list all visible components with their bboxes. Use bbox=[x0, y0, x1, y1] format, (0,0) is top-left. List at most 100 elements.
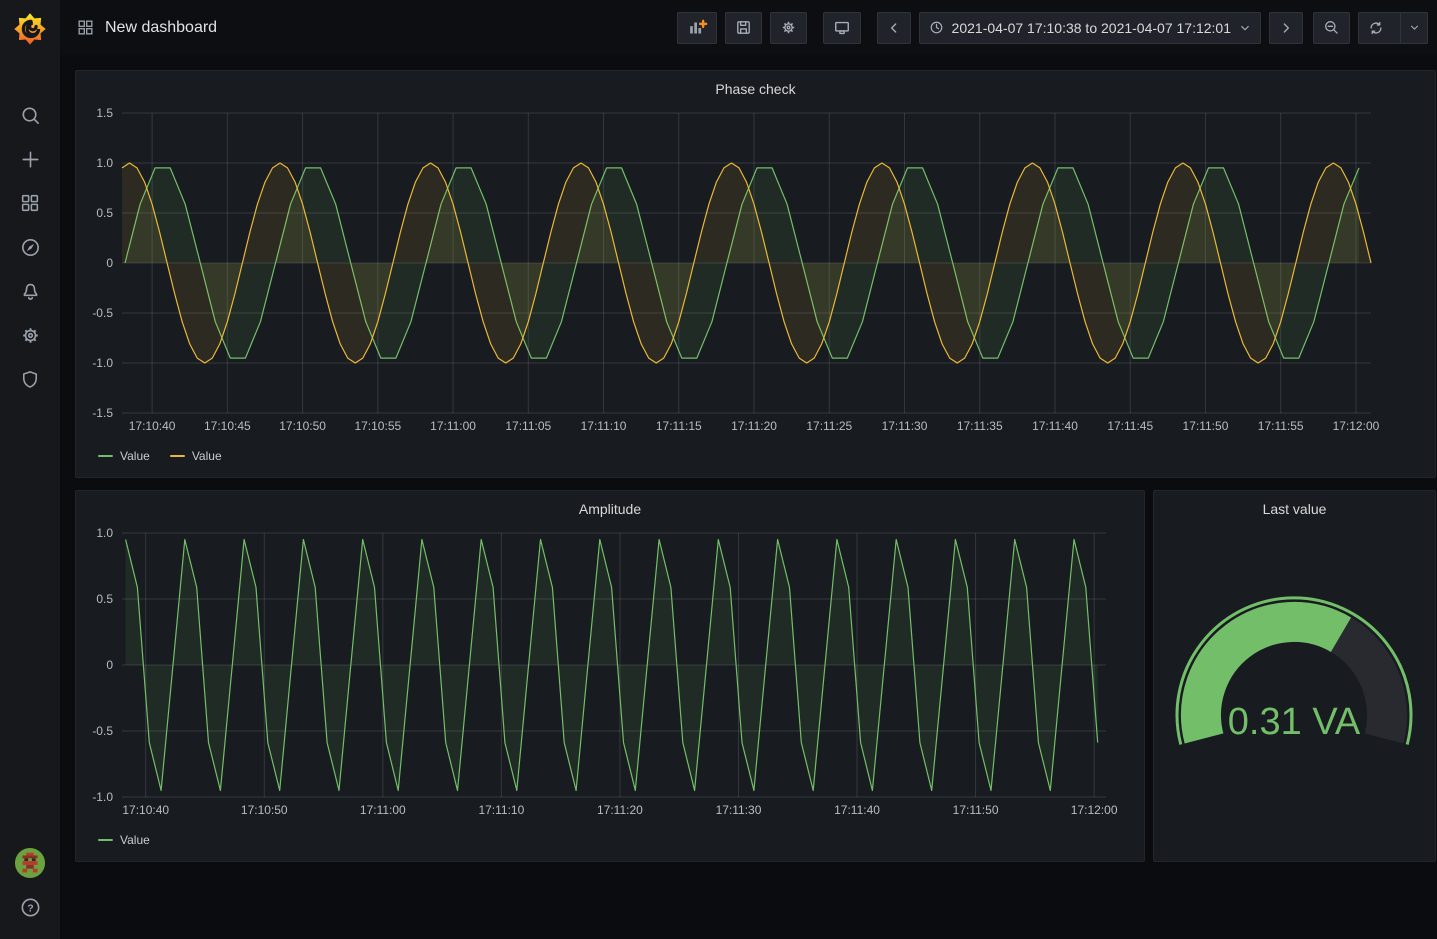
svg-text:17:12:00: 17:12:00 bbox=[1071, 803, 1118, 817]
svg-text:17:11:10: 17:11:10 bbox=[478, 803, 524, 817]
legend-item[interactable]: Value bbox=[98, 449, 150, 463]
refresh-action[interactable] bbox=[1359, 13, 1393, 43]
search-icon bbox=[19, 104, 42, 127]
svg-text:1.0: 1.0 bbox=[96, 156, 113, 170]
svg-text:17:10:40: 17:10:40 bbox=[122, 803, 169, 817]
time-range-picker[interactable]: 2021-04-07 17:10:38 to 2021-04-07 17:12:… bbox=[919, 12, 1261, 44]
svg-text:17:10:50: 17:10:50 bbox=[279, 419, 326, 433]
refresh-icon bbox=[1367, 19, 1385, 37]
apps-grid-icon bbox=[76, 18, 95, 37]
zoom-out-button[interactable] bbox=[1313, 12, 1350, 44]
time-range-back-button[interactable] bbox=[877, 12, 911, 44]
legend-series-label: Value bbox=[192, 449, 222, 463]
chevron-right-icon bbox=[1278, 20, 1294, 36]
dashboards-icon bbox=[19, 192, 41, 214]
sidebar-item-search[interactable] bbox=[0, 93, 60, 137]
add-panel-icon bbox=[686, 17, 708, 39]
svg-text:-0.5: -0.5 bbox=[92, 724, 113, 738]
refresh-interval-dropdown[interactable] bbox=[1400, 13, 1427, 43]
toolbar-group-refresh bbox=[1358, 12, 1428, 44]
svg-text:17:11:50: 17:11:50 bbox=[953, 803, 999, 817]
amplitude-chart[interactable]: 1.00.50-0.5-1.017:10:4017:10:5017:11:001… bbox=[84, 521, 1136, 827]
legend-item[interactable]: Value bbox=[170, 449, 222, 463]
sidebar-item-help[interactable]: ? bbox=[0, 885, 60, 929]
save-dashboard-icon bbox=[734, 18, 753, 37]
toolbar: 2021-04-07 17:10:38 to 2021-04-07 17:12:… bbox=[677, 12, 1428, 44]
sidebar-item-create[interactable] bbox=[0, 137, 60, 181]
dashboard-title-group: New dashboard bbox=[76, 18, 217, 37]
svg-text:17:11:30: 17:11:30 bbox=[882, 419, 928, 433]
server-admin-shield-icon bbox=[19, 368, 41, 390]
grafana-app: ? New dashboard bbox=[0, 0, 1437, 939]
svg-text:17:11:05: 17:11:05 bbox=[505, 419, 551, 433]
svg-text:?: ? bbox=[27, 902, 33, 914]
sidebar-item-server-admin[interactable] bbox=[0, 357, 60, 401]
svg-text:0: 0 bbox=[106, 658, 113, 672]
cycle-view-button[interactable] bbox=[823, 12, 861, 44]
panel-title-amplitude[interactable]: Amplitude bbox=[84, 499, 1136, 521]
svg-text:1.5: 1.5 bbox=[96, 106, 113, 120]
phase-check-chart[interactable]: 1.51.00.50-0.5-1.0-1.517:10:4017:10:4517… bbox=[84, 101, 1427, 443]
main-area: New dashboard bbox=[60, 0, 1437, 939]
last-value-gauge[interactable]: 0.31 VA bbox=[1162, 537, 1427, 837]
svg-text:17:11:15: 17:11:15 bbox=[656, 419, 702, 433]
svg-text:17:11:20: 17:11:20 bbox=[731, 419, 777, 433]
svg-text:17:11:30: 17:11:30 bbox=[716, 803, 762, 817]
svg-text:17:11:25: 17:11:25 bbox=[806, 419, 852, 433]
clock-icon bbox=[928, 19, 945, 36]
sidebar-item-alerting[interactable] bbox=[0, 269, 60, 313]
series-group bbox=[122, 163, 1371, 363]
sidebar-item-explore[interactable] bbox=[0, 225, 60, 269]
svg-text:17:11:40: 17:11:40 bbox=[1032, 419, 1078, 433]
gauge-wrapper: 0.31 VA bbox=[1162, 521, 1427, 853]
cycle-view-icon bbox=[832, 18, 852, 38]
svg-text:17:10:50: 17:10:50 bbox=[241, 803, 288, 817]
svg-text:17:11:20: 17:11:20 bbox=[597, 803, 643, 817]
svg-text:17:11:00: 17:11:00 bbox=[430, 419, 476, 433]
svg-text:17:11:45: 17:11:45 bbox=[1107, 419, 1153, 433]
plus-icon bbox=[19, 148, 42, 171]
page-title[interactable]: New dashboard bbox=[105, 19, 217, 37]
svg-text:17:11:55: 17:11:55 bbox=[1258, 419, 1304, 433]
alerting-bell-icon bbox=[19, 280, 42, 303]
grafana-logo-icon bbox=[11, 9, 49, 47]
svg-text:17:11:35: 17:11:35 bbox=[957, 419, 1003, 433]
sidebar-nav bbox=[0, 93, 60, 401]
dashboard-settings-button[interactable] bbox=[770, 12, 807, 44]
sidebar-item-profile[interactable] bbox=[0, 841, 60, 885]
panel-title-last-value[interactable]: Last value bbox=[1162, 499, 1427, 521]
chevron-down-icon bbox=[1408, 21, 1421, 34]
sidebar-item-configuration[interactable] bbox=[0, 313, 60, 357]
legend-series-dash bbox=[98, 839, 113, 841]
grafana-logo[interactable] bbox=[0, 0, 60, 55]
svg-text:17:10:40: 17:10:40 bbox=[129, 419, 176, 433]
refresh-button[interactable] bbox=[1358, 12, 1428, 44]
svg-text:0.5: 0.5 bbox=[96, 206, 113, 220]
save-dashboard-button[interactable] bbox=[725, 12, 762, 44]
svg-text:0: 0 bbox=[106, 256, 113, 270]
svg-text:-0.5: -0.5 bbox=[92, 306, 113, 320]
add-panel-button[interactable] bbox=[677, 12, 717, 44]
toolbar-group-zoom bbox=[1313, 12, 1350, 44]
legend-item[interactable]: Value bbox=[98, 833, 150, 847]
chevron-left-icon bbox=[886, 20, 902, 36]
toolbar-group-timerange: 2021-04-07 17:10:38 to 2021-04-07 17:12:… bbox=[877, 12, 1303, 44]
dashboard-canvas: Phase check 1.51.00.50-0.5-1.0-1.517:10:… bbox=[60, 55, 1437, 939]
phase-check-legend: Value Value bbox=[84, 443, 1427, 469]
user-avatar bbox=[14, 847, 46, 879]
help-icon: ? bbox=[19, 896, 42, 919]
panel-title-phase-check[interactable]: Phase check bbox=[84, 79, 1427, 101]
sidebar-item-dashboards[interactable] bbox=[0, 181, 60, 225]
time-range-forward-button[interactable] bbox=[1269, 12, 1303, 44]
sidebar-bottom: ? bbox=[0, 841, 60, 929]
explore-compass-icon bbox=[19, 236, 42, 259]
legend-series-label: Value bbox=[120, 449, 150, 463]
legend-series-dash bbox=[170, 455, 185, 457]
svg-text:17:10:45: 17:10:45 bbox=[204, 419, 251, 433]
sidebar: ? bbox=[0, 0, 60, 939]
top-navbar: New dashboard bbox=[60, 0, 1437, 55]
time-range-text: 2021-04-07 17:10:38 to 2021-04-07 17:12:… bbox=[952, 20, 1231, 36]
legend-series-dash bbox=[98, 455, 113, 457]
svg-text:-1.0: -1.0 bbox=[92, 356, 113, 370]
series-group bbox=[126, 540, 1098, 791]
